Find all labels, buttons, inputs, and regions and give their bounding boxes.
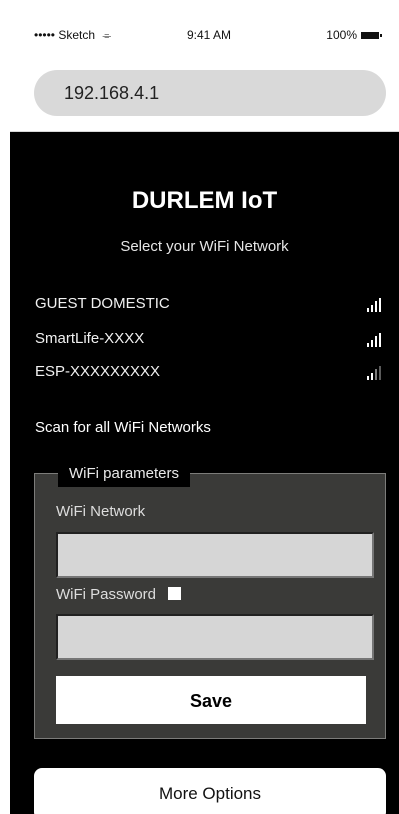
browser-chrome: ••••• Sketch ⌯ 9:41 AM 100% 192.168.4.1 xyxy=(10,14,399,132)
show-password-checkbox[interactable] xyxy=(168,587,182,600)
page-title: DURLEM IoT xyxy=(131,187,278,214)
battery-label: 100% xyxy=(326,28,357,42)
signal-strength-icon xyxy=(367,366,383,380)
network-name[interactable]: ESP-XXXXXXXXX xyxy=(35,363,160,380)
network-name[interactable]: GUEST DOMESTIC xyxy=(35,295,170,312)
wifi-network-label: WiFi Network xyxy=(56,503,146,520)
battery-status: 100% xyxy=(326,28,382,42)
wifi-network-input[interactable] xyxy=(56,532,374,578)
status-time: 9:41 AM xyxy=(187,28,232,42)
battery-icon xyxy=(361,31,382,39)
wifi-password-input[interactable] xyxy=(56,614,374,660)
signal-strength-icon xyxy=(367,333,383,347)
url-bar[interactable]: 192.168.4.1 xyxy=(34,70,386,116)
status-bar: ••••• Sketch ⌯ 9:41 AM 100% xyxy=(10,14,399,58)
wifi-icon: ⌯ xyxy=(102,30,112,42)
carrier-label: ••••• Sketch xyxy=(34,28,96,42)
network-item-3[interactable]: ESP-XXXXXXXXX xyxy=(35,360,383,384)
signal-strength-icon xyxy=(367,298,383,312)
page-subtitle: Select your WiFi Network xyxy=(120,238,289,255)
wifi-parameters-legend: WiFi parameters xyxy=(58,463,191,487)
network-item-1[interactable]: GUEST DOMESTIC xyxy=(35,292,383,316)
carrier: ••••• Sketch ⌯ xyxy=(34,28,111,43)
wifi-parameters-panel: WiFi parameters WiFi Network WiFi Passwo… xyxy=(34,463,386,739)
more-options-button[interactable]: More Options xyxy=(34,768,386,814)
wifi-password-label-row: WiFi Password xyxy=(56,586,182,603)
network-item-2[interactable]: SmartLife-XXXX xyxy=(35,327,383,351)
phone-screen: ••••• Sketch ⌯ 9:41 AM 100% 192.168.4.1 … xyxy=(10,14,399,814)
save-button[interactable]: Save xyxy=(56,676,366,724)
scan-networks-link[interactable]: Scan for all WiFi Networks xyxy=(35,419,211,436)
url-text[interactable]: 192.168.4.1 xyxy=(64,83,159,104)
wifi-password-label: WiFi Password xyxy=(56,586,157,603)
page-content: DURLEM IoT Select your WiFi Network GUES… xyxy=(10,131,399,814)
network-name[interactable]: SmartLife-XXXX xyxy=(35,330,144,347)
